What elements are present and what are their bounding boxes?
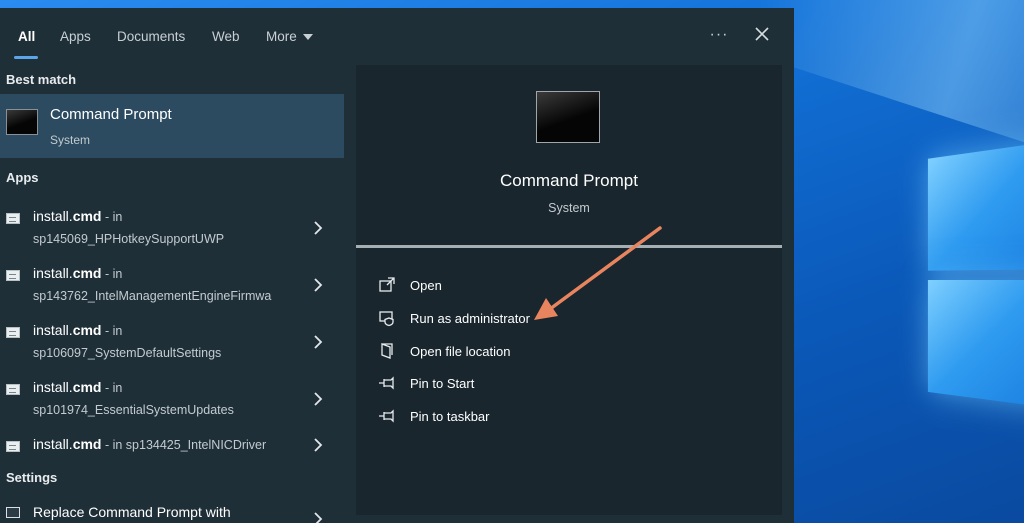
folder-location-icon [381,343,393,359]
app-name: install.cmd - in [33,379,122,395]
pin-to-start-label: Pin to Start [410,375,475,391]
pin-to-start-action[interactable]: Pin to Start [378,371,678,395]
best-match-title: Command Prompt [50,106,172,123]
app-location: sp145069_HPHotkeySupportUWP [33,232,225,246]
chevron-right-icon[interactable] [312,392,324,406]
windows-logo-pane-bottom [927,280,1024,408]
list-item[interactable]: install.cmd - in sp143762_IntelManagemen… [0,257,344,314]
shield-icon [379,311,394,327]
section-apps: Apps [6,170,39,185]
detail-title: Command Prompt [500,171,638,190]
tab-documents-label: Documents [117,28,186,44]
app-name-ext: cmd [72,436,102,452]
chevron-right-icon[interactable] [312,438,324,452]
tab-more-label: More [266,28,297,44]
app-location: sp101974_EssentialSystemUpdates [33,403,234,417]
settings-item[interactable]: Replace Command Prompt with [0,504,344,523]
chevron-down-icon [302,34,313,40]
app-name-suffix: - in [101,324,123,338]
app-location: sp106097_SystemDefaultSettings [33,346,222,360]
script-file-icon [6,270,20,281]
tab-all-label: All [18,28,36,44]
tab-apps[interactable]: Apps [60,26,91,46]
app-name-ext: cmd [72,208,102,224]
windows-logo [927,140,1024,420]
app-name-suffix: - in [101,210,123,224]
tab-more[interactable]: More [266,26,313,46]
open-file-location-label: Open file location [410,343,511,359]
script-file-icon [6,213,20,224]
section-settings: Settings [6,470,58,485]
list-item[interactable]: install.cmd - in sp106097_SystemDefaultS… [0,314,344,371]
chevron-right-icon[interactable] [312,278,324,292]
settings-display-icon [6,507,20,518]
app-name-plain: install. [33,379,73,395]
app-name-suffix: - in [101,381,123,395]
open-file-location-action[interactable]: Open file location [378,339,678,363]
search-tab-bar: All Apps Documents Web More ··· [0,8,794,60]
app-name: install.cmd - in [33,322,122,338]
tab-web[interactable]: Web [212,26,240,46]
windows-logo-pane-top [927,141,1024,271]
app-name-plain: install. [33,436,73,452]
tab-web-label: Web [212,28,240,44]
run-as-administrator-label: Run as administrator [410,310,530,326]
app-name-plain: install. [33,208,73,224]
app-location: sp143762_IntelManagementEngineFirmwa [33,289,272,303]
app-name: install.cmd - in [33,208,122,224]
app-name-plain: install. [33,322,73,338]
list-item[interactable]: install.cmd - in sp101974_EssentialSyste… [0,371,344,428]
active-tab-indicator [14,56,38,59]
best-match-subtitle: System [50,133,91,147]
script-file-icon [6,441,20,452]
app-name: install.cmd - in sp134425_IntelNICDriver [33,436,266,452]
command-prompt-icon [536,91,600,143]
results-list: Best match Command Prompt System Apps in… [0,60,344,523]
detail-subtitle: System [548,201,590,215]
pin-to-taskbar-label: Pin to taskbar [410,408,490,424]
section-best-match: Best match [6,72,77,87]
more-options-button[interactable]: ··· [706,26,732,46]
tab-documents[interactable]: Documents [117,26,185,46]
command-prompt-icon [6,109,38,135]
pin-icon [379,376,394,390]
open-label: Open [410,277,442,293]
tab-apps-label: Apps [60,28,91,44]
app-name-ext: cmd [72,265,102,281]
app-name-ext: cmd [72,322,102,338]
tab-all[interactable]: All [18,26,35,46]
chevron-right-icon[interactable] [312,221,324,235]
settings-item-label: Replace Command Prompt with [33,504,231,520]
app-name-suffix: - in sp134425_IntelNICDriver [101,438,267,452]
list-item[interactable]: install.cmd - in sp134425_IntelNICDriver [0,428,344,468]
chevron-right-icon[interactable] [312,512,324,523]
script-file-icon [6,384,20,395]
app-name-suffix: - in [101,267,123,281]
open-icon [379,277,395,292]
app-name-ext: cmd [72,379,102,395]
pin-icon [379,409,394,423]
app-name: install.cmd - in [33,265,122,281]
best-match-item[interactable]: Command Prompt System [0,94,344,158]
chevron-right-icon[interactable] [312,335,324,349]
pin-to-taskbar-action[interactable]: Pin to taskbar [378,404,678,428]
annotation-arrow [534,226,662,320]
script-file-icon [6,327,20,338]
close-icon[interactable] [750,22,774,46]
list-item[interactable]: install.cmd - in sp145069_HPHotkeySuppor… [0,200,344,257]
app-name-plain: install. [33,265,73,281]
